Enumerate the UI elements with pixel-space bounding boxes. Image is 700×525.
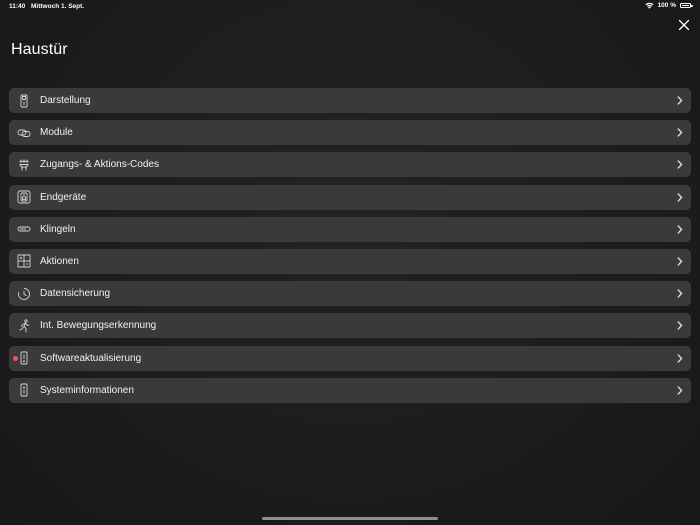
menu-item-label: Softwareaktualisierung xyxy=(40,352,142,364)
chevron-right-icon xyxy=(677,192,683,202)
menu-item-klingeln[interactable]: Klingeln xyxy=(9,216,691,242)
menu-item-endgeraete[interactable]: Endgeräte xyxy=(9,184,691,210)
chevron-right-icon xyxy=(677,321,683,330)
status-time: 11:40 xyxy=(9,3,26,10)
device-update-icon xyxy=(17,351,31,365)
menu-item-label: Zugangs- & Aktions-Codes xyxy=(40,159,159,171)
actions-icon xyxy=(17,254,31,268)
chevron-right-icon xyxy=(677,96,683,105)
menu-item-darstellung[interactable]: Darstellung xyxy=(9,88,691,113)
menu-item-systeminformationen[interactable]: Systeminformationen xyxy=(9,377,691,403)
device-info-icon xyxy=(17,383,31,397)
wifi-icon xyxy=(645,2,654,9)
menu-item-label: Aktionen xyxy=(40,255,79,267)
motion-person-icon xyxy=(17,319,31,333)
settings-menu: Darstellung Module Zugangs- & Aktions-Co… xyxy=(9,88,691,410)
app-screen: 11:40 Mittwoch 1. Sept. 100 % Haustür Da… xyxy=(0,0,700,525)
devices-icon xyxy=(17,190,31,204)
chevron-right-icon xyxy=(677,128,683,137)
keypad-icon xyxy=(17,158,31,172)
menu-item-label: Klingeln xyxy=(40,223,76,235)
backup-clock-icon xyxy=(17,287,31,301)
doorbell-panel-icon xyxy=(17,94,31,108)
modules-icon xyxy=(17,126,31,140)
home-indicator[interactable] xyxy=(262,517,438,520)
close-button[interactable] xyxy=(677,18,691,32)
chevron-right-icon xyxy=(677,353,683,363)
status-indicators: 100 % xyxy=(645,2,693,9)
close-icon xyxy=(678,19,690,31)
battery-percent: 100 % xyxy=(657,2,676,9)
menu-item-label: Module xyxy=(40,127,73,139)
menu-item-module[interactable]: Module xyxy=(9,120,691,146)
menu-item-softwareaktualisierung[interactable]: Softwareaktualisierung xyxy=(9,345,691,371)
page-title: Haustür xyxy=(11,41,68,58)
status-date: Mittwoch 1. Sept. xyxy=(31,3,85,10)
status-bar: 11:40 Mittwoch 1. Sept. 100 % xyxy=(0,0,700,14)
menu-item-label: Darstellung xyxy=(40,95,91,106)
chevron-right-icon xyxy=(677,225,683,234)
menu-item-aktionen[interactable]: Aktionen xyxy=(9,248,691,274)
bell-button-icon xyxy=(17,222,31,236)
menu-item-zugangs-codes[interactable]: Zugangs- & Aktions-Codes xyxy=(9,152,691,178)
menu-item-label: Endgeräte xyxy=(40,191,87,203)
chevron-right-icon xyxy=(677,386,683,395)
menu-item-label: Systeminformationen xyxy=(40,384,134,396)
chevron-right-icon xyxy=(677,257,683,266)
battery-full-icon xyxy=(680,3,693,8)
menu-item-label: Int. Bewegungserkennung xyxy=(40,320,157,332)
menu-item-bewegungserkennung[interactable]: Int. Bewegungserkennung xyxy=(9,313,691,339)
menu-item-label: Datensicherung xyxy=(40,288,111,300)
menu-item-datensicherung[interactable]: Datensicherung xyxy=(9,281,691,307)
chevron-right-icon xyxy=(677,160,683,170)
chevron-right-icon xyxy=(677,289,683,298)
